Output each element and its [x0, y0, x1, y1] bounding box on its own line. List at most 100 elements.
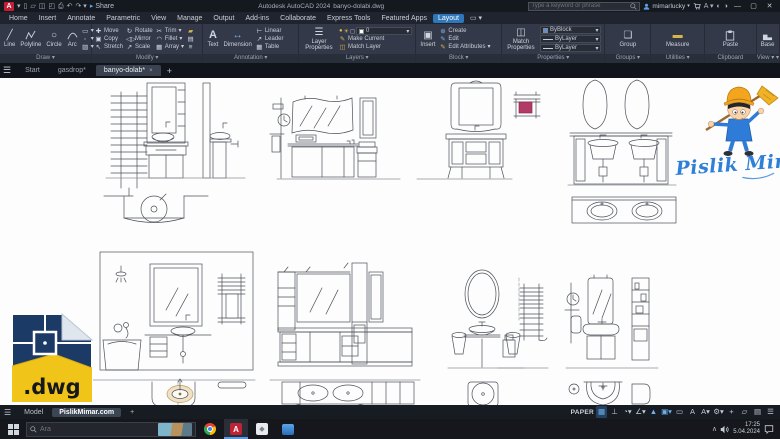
mirror-button[interactable]: ◁▷Mirror — [126, 36, 153, 43]
dimension-button[interactable]: ↔Dimension — [222, 25, 252, 53]
copy-button[interactable]: ▣Copy — [95, 36, 123, 43]
edit-block-button[interactable]: ✎Edit — [439, 36, 490, 43]
plot-icon[interactable]: ⎙ — [58, 2, 64, 11]
tab-insert[interactable]: Insert — [34, 14, 62, 23]
circle-button[interactable]: ○Circle — [45, 25, 62, 53]
units-icon[interactable]: ▱ — [739, 406, 750, 418]
layout-menu-icon[interactable]: ☰ — [4, 408, 11, 417]
help-search-box[interactable] — [528, 2, 640, 11]
object-color-dropdown[interactable]: ByBlock▾ — [540, 26, 601, 34]
app-taskbar-icon-1[interactable]: ◆ — [250, 419, 274, 439]
line-button[interactable]: ╱Line — [3, 25, 16, 53]
taskbar-search-input[interactable] — [40, 426, 155, 433]
tab-parametric[interactable]: Parametric — [101, 14, 145, 23]
match-layer-button[interactable]: ◫Match Layer — [339, 44, 412, 51]
plan-view-single-basin[interactable] — [104, 194, 208, 223]
new-drawing-tab-button[interactable]: + — [163, 66, 176, 76]
explode-icon[interactable]: ▤ — [187, 36, 194, 43]
tab-featured-apps[interactable]: Featured Apps — [376, 14, 432, 23]
tab-manage[interactable]: Manage — [172, 14, 207, 23]
snap-mode-icon[interactable]: ⊥ — [609, 406, 620, 418]
polar-tracking-icon[interactable]: ◔▾ — [622, 406, 633, 418]
minimize-button[interactable]: — — [731, 3, 744, 10]
tab-annotate[interactable]: Annotate — [62, 14, 100, 23]
new-layout-button[interactable]: + — [123, 408, 141, 417]
redo-icon[interactable]: ↷ ▾ — [76, 2, 87, 11]
taskbar-search-box[interactable] — [26, 422, 196, 437]
measure-button[interactable]: ▬Measure — [665, 25, 690, 53]
save-as-icon[interactable]: ◰ — [48, 2, 55, 11]
panel-title-clipboard[interactable]: Clipboard — [705, 54, 756, 63]
erase-icon[interactable]: ▰ — [187, 28, 194, 35]
autocad-app-menu-icon[interactable]: A — [4, 2, 14, 11]
annotation-monitor-icon[interactable]: + — [726, 406, 737, 418]
file-tab-start[interactable]: Start — [17, 65, 48, 76]
taskbar-clock[interactable]: 17:25 5.04.2024 — [733, 422, 760, 437]
text-button[interactable]: AText — [206, 25, 219, 53]
autoscale-icon[interactable]: A — [687, 406, 698, 418]
polyline-button[interactable]: Polyline — [19, 25, 42, 53]
clean-screen-icon[interactable]: ▤ — [752, 406, 763, 418]
plan-view-double-basin[interactable] — [572, 197, 676, 223]
autocad-taskbar-icon[interactable]: A — [224, 419, 248, 439]
panel-title-modify[interactable]: Modify ▾ — [92, 54, 202, 63]
panel-title-layers[interactable]: Layers ▾ — [299, 54, 415, 63]
plan-view-half-round-basin[interactable] — [569, 382, 650, 405]
fixture-vanity-front-view[interactable] — [144, 83, 188, 178]
notification-circle-icon[interactable]: ◑ — [724, 2, 728, 11]
offset-icon[interactable]: ≡ — [187, 44, 194, 51]
notification-center-icon[interactable] — [764, 424, 774, 434]
tab-collaborate[interactable]: Collaborate — [275, 14, 321, 23]
fillet-button[interactable]: ◠Fillet ▾ — [156, 36, 184, 43]
fixture-oval-mirror-basin[interactable] — [452, 270, 520, 367]
lineweight-dropdown[interactable]: ByLayer▾ — [540, 35, 601, 43]
fixture-mirror-vanity-small[interactable] — [565, 275, 619, 359]
isometric-drafting-icon[interactable]: ∠▾ — [635, 406, 646, 418]
make-current-button[interactable]: ✎Make Current — [339, 36, 412, 43]
undo-icon[interactable]: ↶ — [67, 2, 73, 11]
grid-display-icon[interactable]: ▦ — [596, 406, 607, 418]
tab-view[interactable]: View — [146, 14, 171, 23]
drawing-canvas[interactable]: Pislik Mimar .dwg — [0, 78, 780, 405]
match-properties-button[interactable]: ◫Match Properties — [505, 25, 537, 53]
group-button[interactable]: ❏Group — [619, 25, 638, 53]
tab-express-tools[interactable]: Express Tools — [322, 14, 375, 23]
plan-view-round-basin[interactable] — [468, 382, 498, 405]
panel-title-utilities[interactable]: Utilities ▾ — [651, 54, 704, 63]
fixture-classic-vanity[interactable] — [446, 81, 506, 178]
fixture-side-cabinets[interactable] — [357, 98, 377, 177]
layer-lock-icon[interactable]: ◻ — [350, 28, 355, 35]
app-store-cart-icon[interactable] — [693, 2, 701, 10]
close-tab-icon[interactable]: × — [149, 68, 153, 74]
panel-title-view[interactable]: View ▾ ▾ — [757, 54, 779, 63]
share-button[interactable]: ▸Share — [90, 2, 114, 10]
tab-output[interactable]: Output — [208, 14, 239, 23]
help-search-input[interactable] — [531, 3, 628, 9]
layer-bulb-icon[interactable]: ● — [339, 28, 343, 34]
new-file-icon[interactable]: ▯ — [24, 2, 28, 11]
fixture-shower-column[interactable] — [270, 98, 290, 178]
tab-home[interactable]: Home — [4, 14, 33, 23]
weather-widget-image[interactable] — [158, 423, 192, 436]
file-tab-banyo-dolab[interactable]: banyo-dolab*× — [96, 65, 161, 76]
open-file-icon[interactable]: ▱ — [30, 2, 35, 11]
customize-menu-icon[interactable]: ☰ — [765, 406, 776, 418]
layout-tab-pislikmimar[interactable]: PislikMimar.com — [52, 408, 121, 417]
panel-title-properties[interactable]: Properties ▾ — [502, 54, 604, 63]
layer-properties-button[interactable]: ☰Layer Properties — [302, 25, 336, 53]
maximize-button[interactable]: ▢ — [747, 2, 760, 10]
file-tab-gasdrop[interactable]: gasdrop* — [50, 65, 94, 76]
chrome-taskbar-icon[interactable] — [198, 419, 222, 439]
app-taskbar-icon-2[interactable] — [276, 419, 300, 439]
fixture-bathroom-elevation[interactable] — [100, 252, 253, 370]
tab-layout[interactable]: Layout — [433, 14, 464, 23]
arc-button[interactable]: Arc — [66, 25, 79, 53]
move-button[interactable]: ✚Move — [95, 28, 123, 35]
panel-title-annotation[interactable]: Annotation ▾ — [203, 54, 298, 63]
app-menu-dropdown-icon[interactable]: ▾ — [17, 2, 21, 11]
panel-title-block[interactable]: Block ▾ — [416, 54, 501, 63]
layer-select-dropdown[interactable]: 0▾ — [356, 27, 412, 35]
space-toggle[interactable]: PAPER — [571, 409, 594, 416]
object-snap-icon[interactable]: ▣▾ — [661, 406, 672, 418]
signed-in-user[interactable]: mimarlucky ▾ — [643, 3, 689, 10]
